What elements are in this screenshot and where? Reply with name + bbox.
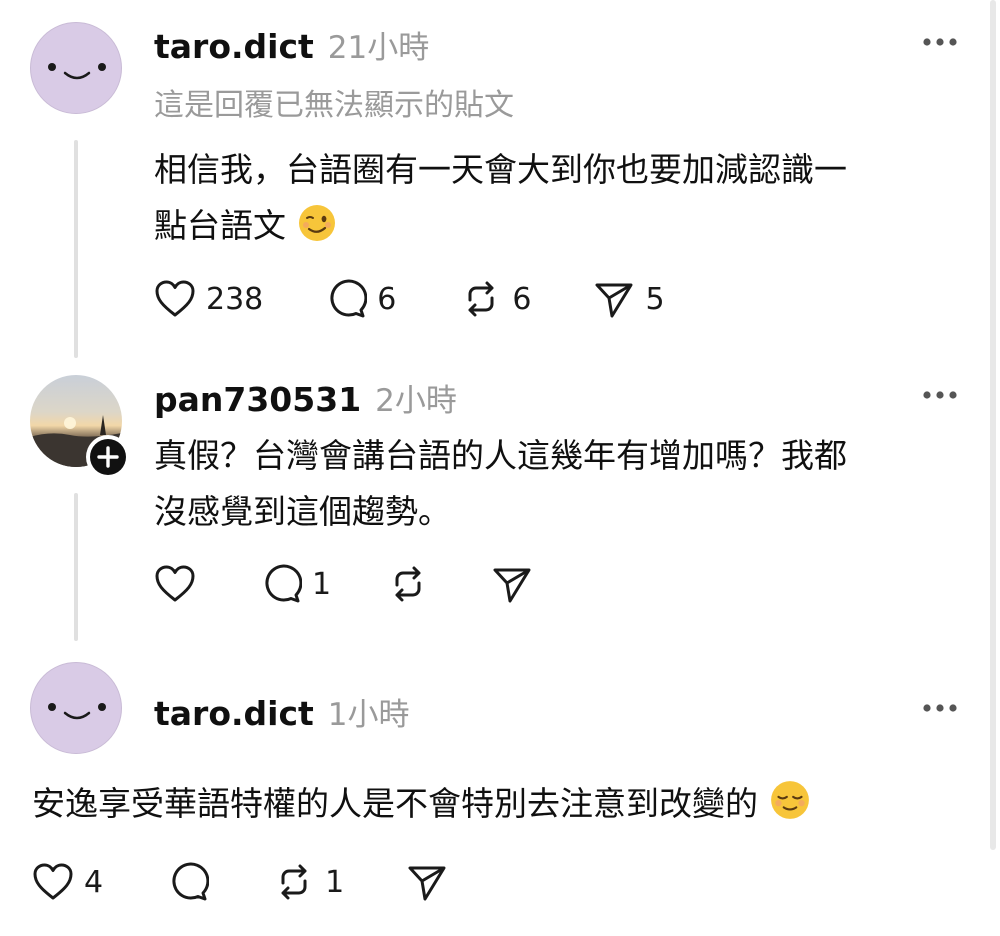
avatar[interactable]: [30, 662, 122, 754]
repost-count: 6: [512, 281, 532, 317]
thread-line: [74, 140, 78, 358]
username[interactable]: taro.dict: [154, 27, 314, 66]
heart-icon: [155, 280, 195, 317]
more-options-icon[interactable]: [922, 36, 958, 48]
like-count: 4: [84, 864, 104, 900]
send-icon: [493, 568, 531, 603]
comment-icon: [172, 862, 210, 901]
reply-count: 1: [312, 566, 332, 602]
repost-icon: [395, 566, 421, 602]
like-count: 238: [206, 281, 264, 317]
share-button[interactable]: [406, 861, 448, 903]
share-count: 5: [645, 281, 665, 317]
repost-button[interactable]: 1: [273, 861, 344, 903]
thread-line: [74, 493, 78, 641]
scrollbar[interactable]: [990, 0, 996, 850]
heart-icon: [155, 565, 195, 602]
plus-icon: [90, 439, 126, 475]
timestamp: 1小時: [327, 697, 410, 733]
avatar[interactable]: [30, 22, 122, 114]
reply-button[interactable]: [167, 861, 210, 903]
follow-button[interactable]: [86, 435, 130, 479]
comment-icon: [265, 564, 302, 603]
post-text: 相信我，台語圈有一天會大到你也要加減認識一 點台語文: [154, 150, 847, 245]
winking-face-emoji: [298, 205, 335, 241]
more-options-icon[interactable]: [922, 702, 958, 714]
share-button[interactable]: [491, 563, 533, 605]
send-icon: [595, 283, 633, 318]
post-text: 安逸享受華語特權的人是不會特別去注意到改變的: [32, 776, 972, 832]
timestamp: 2小時: [375, 383, 457, 419]
reply-button[interactable]: 1: [260, 563, 331, 605]
post-text: 真假？台灣會講台語的人這幾年有增加嗎？我都 沒感覺到這個趨勢。: [154, 436, 847, 531]
reply-count: 6: [377, 281, 397, 317]
share-button[interactable]: 5: [593, 278, 665, 320]
like-button[interactable]: 238: [154, 279, 263, 319]
username[interactable]: pan730531: [154, 380, 361, 419]
repost-icon: [281, 864, 307, 900]
like-button[interactable]: [154, 564, 196, 604]
repost-button[interactable]: [387, 563, 429, 605]
reply-button[interactable]: 6: [325, 278, 396, 320]
like-button[interactable]: 4: [32, 862, 103, 902]
repost-button[interactable]: 6: [460, 278, 531, 320]
repost-icon: [468, 281, 494, 317]
timestamp: 21小時: [327, 30, 430, 66]
heart-icon: [33, 863, 73, 900]
unavailable-post-note: 這是回覆已無法顯示的貼文: [154, 88, 514, 123]
relieved-face-emoji: [770, 781, 809, 819]
username[interactable]: taro.dict: [154, 694, 314, 733]
comment-icon: [330, 279, 368, 318]
more-options-icon[interactable]: [922, 389, 958, 401]
repost-count: 1: [325, 864, 345, 900]
send-icon: [408, 866, 446, 901]
